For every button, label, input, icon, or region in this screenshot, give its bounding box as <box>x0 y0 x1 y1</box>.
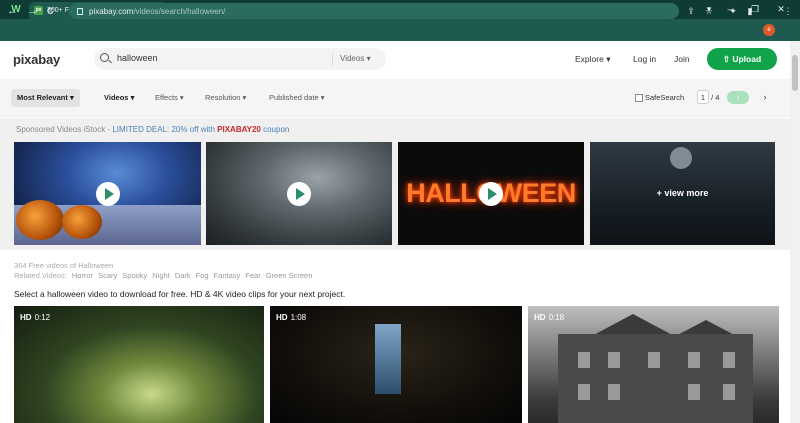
video-meta: HD 0:18 <box>534 313 564 323</box>
bookmark-star-icon[interactable]: ☆ <box>702 4 716 18</box>
scrollbar-thumb[interactable] <box>792 55 798 91</box>
pumpkin-image <box>62 205 102 239</box>
related-videos: Related Videos: Horror Scary Spooky Nigh… <box>14 271 312 281</box>
search-icon <box>100 53 109 62</box>
related-link[interactable]: Spooky <box>122 271 147 281</box>
sponsored-video-3[interactable]: HALLOWEEN <box>398 142 584 245</box>
related-link[interactable]: Scary <box>98 271 117 281</box>
extensions-icon[interactable]: ✦ <box>726 4 740 18</box>
window-shape <box>578 384 590 400</box>
related-link[interactable]: Horror <box>72 271 93 281</box>
related-link[interactable]: Fear <box>245 271 260 281</box>
window-shape <box>648 352 660 368</box>
safesearch-label: SafeSearch <box>645 93 685 102</box>
page-total: / 4 <box>711 93 720 102</box>
sort-dropdown[interactable]: Most Relevant ▾ <box>11 89 80 107</box>
browser-toolbar <box>0 19 800 41</box>
profile-avatar[interactable]: e <box>763 24 775 36</box>
window-shape <box>723 384 735 400</box>
play-icon[interactable] <box>287 181 311 206</box>
play-icon[interactable] <box>95 181 120 206</box>
login-link[interactable]: Log in <box>633 53 656 65</box>
video-meta: HD 0:12 <box>20 313 50 323</box>
results-intro: Select a halloween video to download for… <box>14 289 346 299</box>
chevron-down-icon: ▾ <box>366 54 371 63</box>
share-icon[interactable]: ⇪ <box>684 4 698 18</box>
search-input[interactable]: halloween <box>117 52 158 65</box>
safesearch-checkbox[interactable] <box>635 94 643 102</box>
sponsored-video-1[interactable] <box>14 142 201 245</box>
menu-icon[interactable]: ⋮ <box>781 4 795 18</box>
results-count: 364 Free videos of Halloween <box>14 261 114 270</box>
video-result-2[interactable]: HD 1:08 <box>270 306 522 423</box>
prev-page-button[interactable]: ‹ <box>727 91 749 104</box>
related-link[interactable]: Dark <box>175 271 191 281</box>
address-bar[interactable]: pixabay.com/videos/search/halloween/ <box>69 3 679 19</box>
side-panel-icon[interactable]: ▮ <box>743 4 757 18</box>
related-link[interactable]: Night <box>152 271 170 281</box>
filter-published-date[interactable]: Published date ▾ <box>269 93 324 103</box>
related-link[interactable]: Green Screen <box>266 271 313 281</box>
window-shape <box>688 352 700 368</box>
forward-button[interactable]: → <box>27 3 38 19</box>
pumpkin-image <box>16 200 64 240</box>
window-shape <box>608 384 620 400</box>
filter-videos[interactable]: Videos ▾ <box>104 93 134 103</box>
window-shape <box>723 352 735 368</box>
upload-icon: ⇧ <box>722 54 730 64</box>
window-shape <box>608 352 620 368</box>
page-scrollbar[interactable] <box>790 41 800 423</box>
moon-image <box>670 147 692 169</box>
next-page-button[interactable]: › <box>759 91 771 104</box>
explore-menu[interactable]: Explore ▾ <box>575 53 610 65</box>
related-link[interactable]: Fog <box>196 271 209 281</box>
chevron-down-icon: ▾ <box>606 54 611 64</box>
window-shape <box>578 352 590 368</box>
view-more-link[interactable]: + view more <box>590 187 775 199</box>
video-duration: 0:18 <box>548 313 565 322</box>
sponsored-video-2[interactable] <box>206 142 392 245</box>
filter-resolution[interactable]: Resolution ▾ <box>205 93 246 103</box>
video-duration: 1:08 <box>290 313 307 322</box>
quality-badge: HD <box>534 313 546 322</box>
video-result-3[interactable]: HD 0:18 <box>528 306 779 423</box>
filter-effects[interactable]: Effects ▾ <box>155 93 184 103</box>
related-label: Related Videos: <box>14 271 67 280</box>
pagination: 1 / 4 <box>697 90 719 105</box>
sponsored-banner[interactable]: Sponsored Videos iStock - LIMITED DEAL: … <box>16 125 289 135</box>
back-button[interactable]: ← <box>7 3 18 19</box>
haunted-house-image <box>558 334 753 423</box>
video-duration: 0:12 <box>34 313 51 322</box>
sponsored-video-4[interactable]: + view more <box>590 142 775 245</box>
safesearch-toggle[interactable]: SafeSearch <box>635 92 684 104</box>
search-bar[interactable]: halloween Videos ▾ <box>94 48 386 70</box>
url-host: pixabay.com <box>89 6 134 16</box>
join-link[interactable]: Join <box>674 53 690 65</box>
video-result-1[interactable]: HD 0:12 <box>14 306 264 423</box>
video-meta: HD 1:08 <box>276 313 306 323</box>
related-link[interactable]: Fantasy <box>214 271 241 281</box>
quality-badge: HD <box>20 313 32 322</box>
pixabay-logo[interactable]: pixabay <box>13 52 60 67</box>
page-input[interactable]: 1 <box>697 90 709 104</box>
reload-button[interactable]: C <box>47 3 54 19</box>
lock-icon <box>77 7 83 15</box>
url-path: /videos/search/halloween/ <box>133 6 226 16</box>
doorway-image <box>375 324 401 394</box>
upload-button[interactable]: ⇧ Upload <box>707 48 777 70</box>
window-shape <box>688 384 700 400</box>
quality-badge: HD <box>276 313 288 322</box>
search-divider <box>332 52 333 66</box>
search-type-dropdown[interactable]: Videos ▾ <box>340 52 371 65</box>
play-icon[interactable] <box>479 181 503 206</box>
